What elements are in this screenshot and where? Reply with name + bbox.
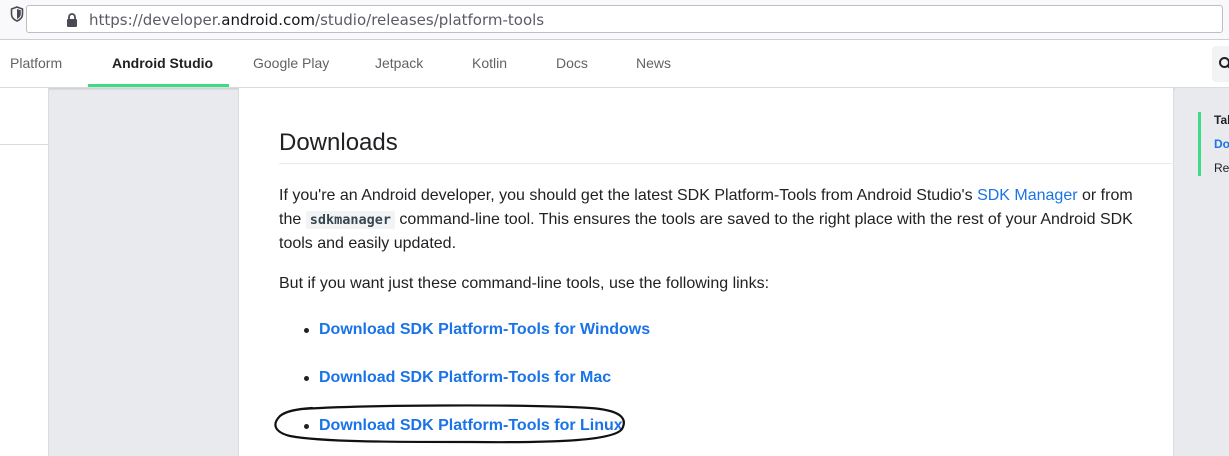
tab-platform[interactable]: Platform [10, 40, 62, 87]
tab-kotlin[interactable]: Kotlin [472, 40, 507, 87]
toc-title: Tal [1214, 113, 1229, 127]
browser-toolbar: https://developer.android.com/studio/rel… [0, 0, 1229, 40]
sdk-manager-link[interactable]: SDK Manager [977, 187, 1078, 204]
bullet [304, 376, 309, 381]
url-text[interactable]: https://developer.android.com/studio/rel… [89, 11, 544, 29]
toc-item-revisions[interactable]: Re [1214, 161, 1229, 175]
toc-indicator [1198, 112, 1201, 176]
toc-item-downloads[interactable]: Do [1214, 137, 1229, 151]
intro-paragraph: If you're an Android developer, you shou… [279, 184, 1139, 256]
intro-text: command-line tool. This ensures the tool… [279, 211, 1133, 252]
tab-docs[interactable]: Docs [556, 40, 588, 87]
heading-divider [279, 163, 1175, 164]
lock-icon[interactable] [65, 12, 79, 28]
hand-drawn-circle-annotation [274, 404, 625, 444]
sdkmanager-code: sdkmanager [305, 211, 395, 229]
download-mac-link[interactable]: Download SDK Platform-Tools for Mac [319, 366, 611, 390]
download-windows-link[interactable]: Download SDK Platform-Tools for Windows [319, 318, 650, 342]
intro-text: If you're an Android developer, you shou… [279, 187, 978, 204]
section-heading: Downloads [279, 129, 398, 156]
active-tab-indicator [88, 84, 229, 87]
shield-icon[interactable] [10, 6, 24, 22]
tab-android-studio[interactable]: Android Studio [112, 40, 213, 87]
sidebar-divider [0, 144, 48, 145]
tab-google-play[interactable]: Google Play [253, 40, 329, 87]
tab-jetpack[interactable]: Jetpack [375, 40, 423, 87]
bullet [304, 328, 309, 333]
address-bar[interactable]: https://developer.android.com/studio/rel… [26, 5, 1223, 33]
top-nav: Platform Android Studio Google Play Jetp… [0, 40, 1229, 88]
search-icon [1219, 57, 1229, 69]
tab-news[interactable]: News [636, 40, 671, 87]
links-intro: But if you want just these command-line … [279, 275, 770, 292]
search-button[interactable] [1212, 46, 1229, 82]
main-content: Downloads If you're an Android developer… [238, 88, 1175, 456]
